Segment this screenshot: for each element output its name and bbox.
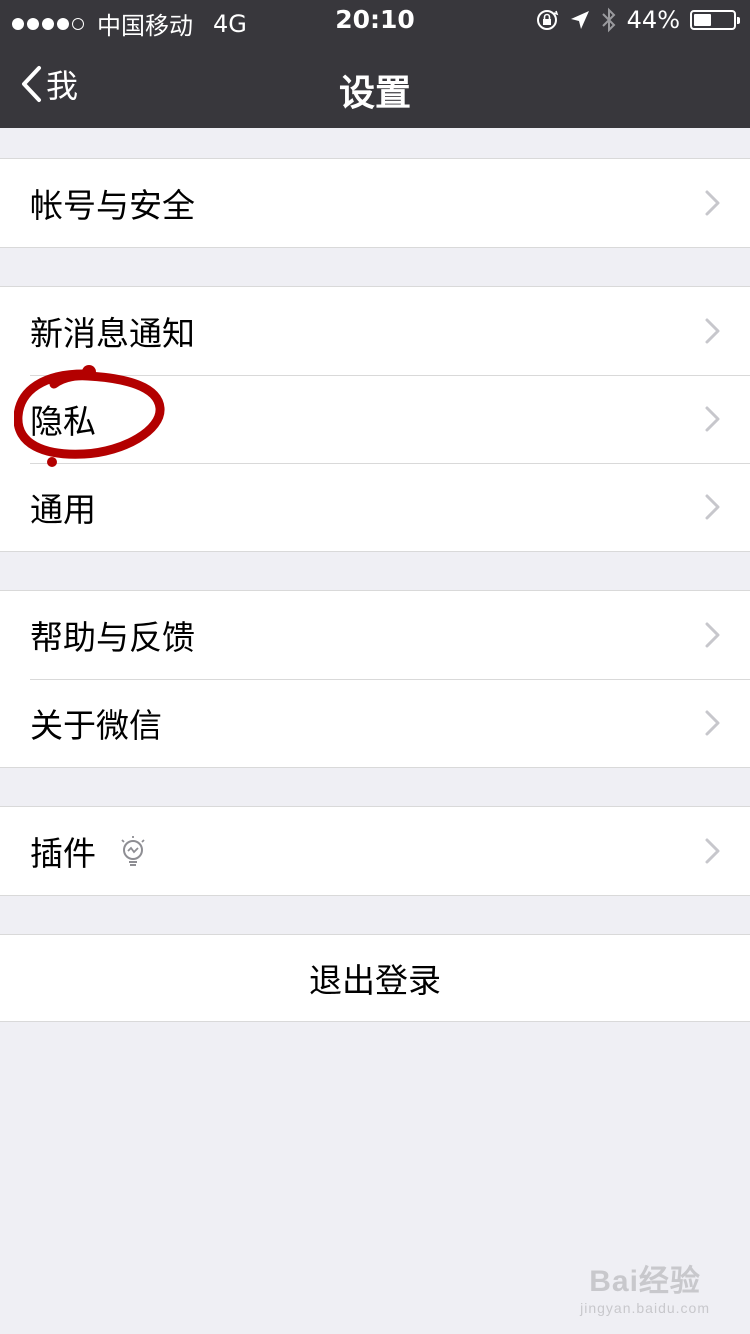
lightbulb-icon [121, 836, 145, 866]
settings-item-label: 帐号与安全 [30, 186, 195, 225]
chevron-right-icon [705, 318, 720, 344]
settings-item-label: 帮助与反馈 [30, 618, 195, 657]
location-arrow-icon [570, 11, 589, 29]
page-title: 设置 [338, 73, 411, 114]
top-bar: 中国移动 4G 20:10 44% 我 设置 [0, 0, 750, 128]
annotation-circle [14, 365, 165, 467]
settings-item-about[interactable]: 关于微信 [0, 679, 750, 767]
settings-group-help: 帮助与反馈 关于微信 [0, 590, 750, 768]
logout-button[interactable]: 退出登录 [0, 935, 750, 1021]
settings-group-account: 帐号与安全 [0, 158, 750, 248]
battery-fill [694, 14, 711, 26]
settings-item-label: 关于微信 [30, 706, 162, 745]
battery-percent: 44% [626, 6, 680, 34]
settings-item-notifications[interactable]: 新消息通知 [0, 287, 750, 375]
orientation-lock-icon [536, 10, 558, 30]
watermark: Bai经验 jingyan.baidu.com [580, 1256, 710, 1316]
battery-icon [690, 10, 740, 30]
chevron-right-icon [705, 838, 720, 864]
settings-item-account-security[interactable]: 帐号与安全 [0, 159, 750, 247]
status-bar: 中国移动 4G 20:10 44% [0, 0, 750, 40]
watermark-logo: Bai经验 [589, 1265, 701, 1298]
chevron-right-icon [705, 710, 720, 736]
settings-item-label: 通用 [30, 490, 96, 529]
chevron-right-icon [705, 622, 720, 648]
watermark-url: jingyan.baidu.com [580, 1300, 710, 1316]
chevron-right-icon [705, 494, 720, 520]
settings-item-general[interactable]: 通用 [0, 463, 750, 551]
navigation-bar: 我 设置 [0, 40, 750, 128]
logout-group: 退出登录 [0, 934, 750, 1022]
settings-item-plugins[interactable]: 插件 [0, 807, 750, 895]
settings-item-label: 新消息通知 [30, 314, 195, 353]
chevron-right-icon [705, 406, 720, 432]
settings-group-plugins: 插件 [0, 806, 750, 896]
settings-item-label: 插件 [30, 834, 96, 873]
settings-item-help-feedback[interactable]: 帮助与反馈 [0, 591, 750, 679]
bluetooth-icon [601, 7, 616, 33]
chevron-right-icon [705, 190, 720, 216]
